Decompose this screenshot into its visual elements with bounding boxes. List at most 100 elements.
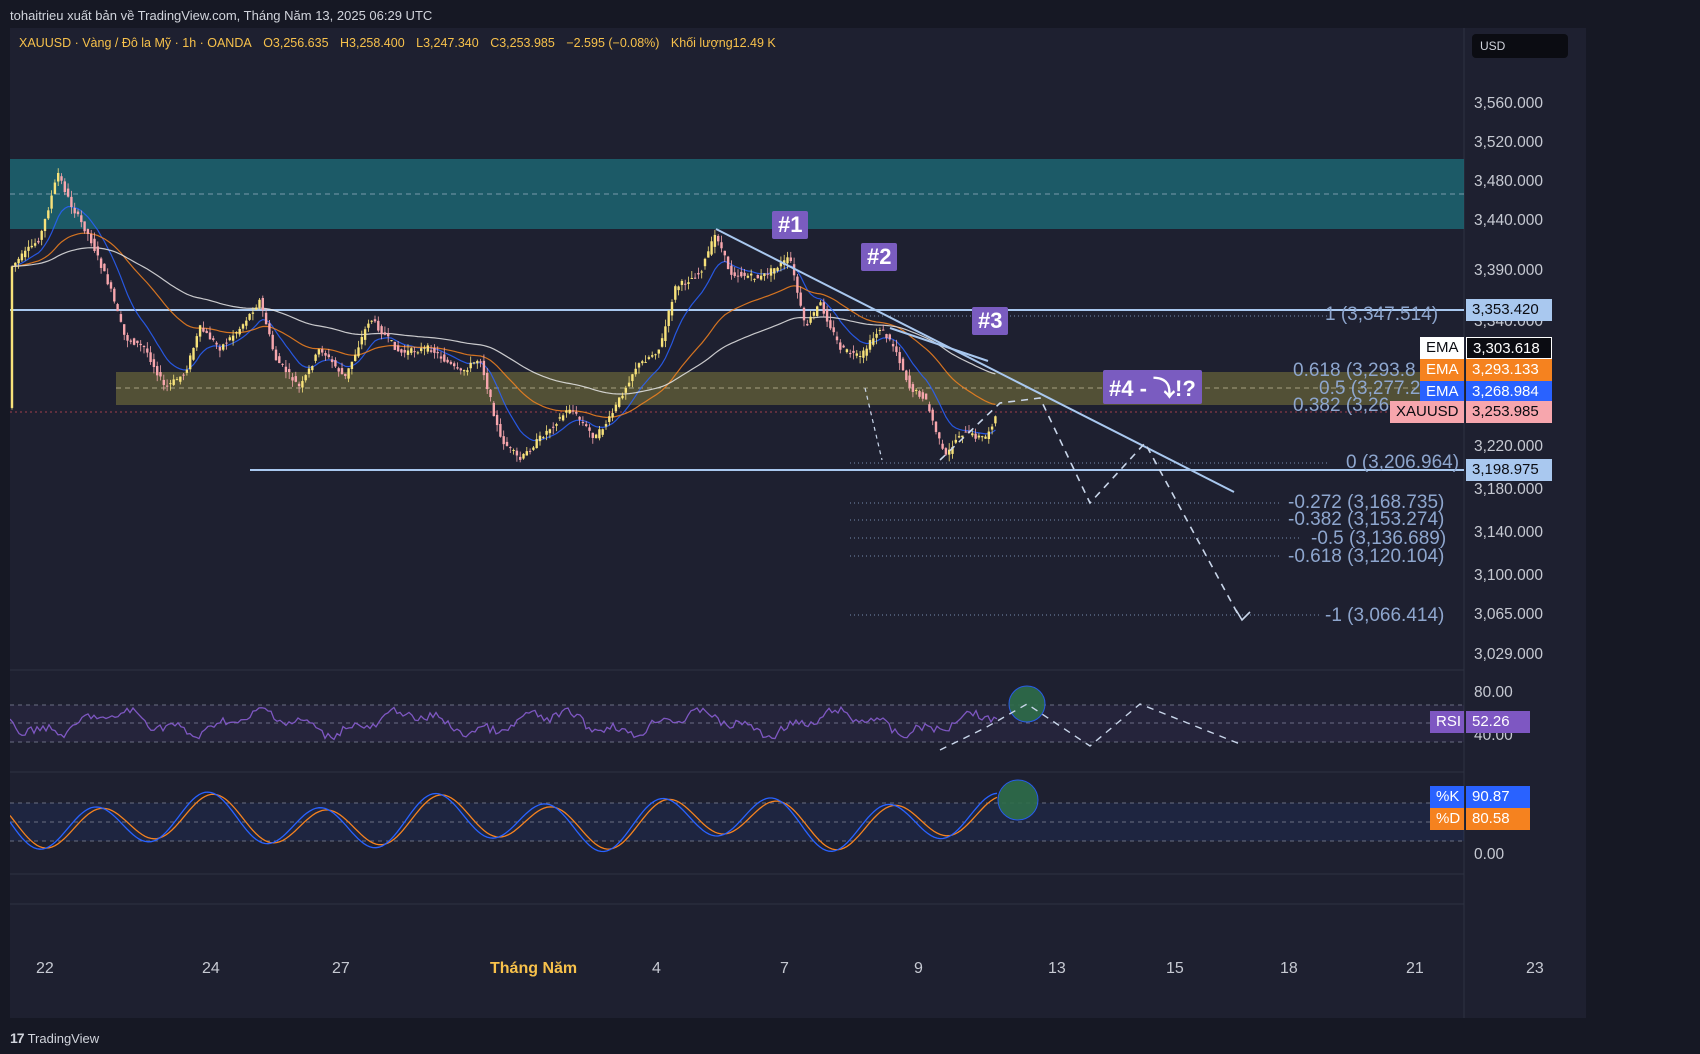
candle-body xyxy=(717,235,720,242)
symbol-label: XAUUSD xyxy=(1390,401,1464,423)
candle-body xyxy=(443,354,446,362)
candle-body xyxy=(235,332,238,334)
chart-area[interactable]: XAUUSD · Vàng / Đô la Mỹ · 1h · OANDA O3… xyxy=(10,28,1586,1018)
candle-body xyxy=(99,258,103,268)
candle-body xyxy=(766,273,769,275)
candle-body xyxy=(96,246,99,256)
candle-body xyxy=(27,246,30,251)
candle-body xyxy=(317,349,321,355)
stoch-k-tag: 90.87 xyxy=(1466,786,1530,808)
candle-body xyxy=(172,379,175,385)
candle-body xyxy=(264,312,268,325)
candle-body xyxy=(674,286,677,300)
price-tick: 3,440.000 xyxy=(1474,212,1543,229)
wave-label-4[interactable]: #4 - ⤵!? xyxy=(1103,370,1202,404)
candle-body xyxy=(987,431,990,440)
candle-body xyxy=(393,341,396,350)
candle-body xyxy=(499,423,502,437)
candle-body xyxy=(291,377,294,381)
candle-body xyxy=(522,453,525,459)
candle-body xyxy=(697,272,700,275)
candle-body xyxy=(928,404,931,412)
candle-body xyxy=(495,414,499,426)
candle-body xyxy=(492,402,495,417)
candle-body xyxy=(878,329,882,331)
candle-body xyxy=(614,404,618,412)
candle-body xyxy=(156,366,159,376)
price-tick: 3,560.000 xyxy=(1474,95,1543,112)
candle-body xyxy=(819,302,822,306)
candle-body xyxy=(931,409,934,421)
candle-body xyxy=(489,389,492,398)
change-value: −2.595 (−0.08%) xyxy=(566,36,660,50)
candle-body xyxy=(482,360,486,376)
price-tick: 3,100.000 xyxy=(1474,567,1543,584)
candle-body xyxy=(542,437,545,439)
candle-body xyxy=(558,417,561,419)
stoch-circle-marker xyxy=(997,779,1039,821)
candle-body xyxy=(60,176,63,181)
candle-body xyxy=(416,352,420,354)
candle-body xyxy=(70,196,73,208)
wave-label-2[interactable]: #2 xyxy=(861,243,898,271)
candle-body xyxy=(585,424,588,426)
candle-body xyxy=(83,221,86,232)
brand-footer[interactable]: 17 TradingView xyxy=(10,1030,99,1046)
candle-body xyxy=(304,375,307,381)
ema-white-label: EMA xyxy=(1420,337,1464,359)
candle-body xyxy=(538,435,542,442)
candle-body xyxy=(868,340,872,350)
candle-body xyxy=(218,346,222,351)
wave-label-1[interactable]: #1 xyxy=(772,211,809,239)
candle-body xyxy=(57,172,60,182)
candle-body xyxy=(238,328,241,335)
candle-body xyxy=(192,347,195,360)
candle-body xyxy=(231,335,235,341)
candle-body xyxy=(690,277,693,279)
price-tick: 3,140.000 xyxy=(1474,524,1543,541)
candle-body xyxy=(532,447,535,450)
time-tick-month: Tháng Năm xyxy=(490,960,578,977)
symbol-line[interactable]: XAUUSD · Vàng / Đô la Mỹ · 1h · OANDA xyxy=(19,36,252,50)
candle-body xyxy=(885,334,888,339)
candle-body xyxy=(974,433,977,439)
candle-body xyxy=(14,262,17,266)
candle-body xyxy=(581,422,585,424)
candle-body xyxy=(657,349,660,354)
level-0-tag: 3,198.975 xyxy=(1466,459,1552,481)
candle-body xyxy=(994,416,997,424)
candle-body xyxy=(502,436,505,445)
candle-body xyxy=(858,355,862,357)
currency-selector[interactable]: USD xyxy=(1472,34,1568,58)
candle-body xyxy=(624,387,627,393)
rsi-circle-marker xyxy=(1008,685,1046,723)
time-tick: 27 xyxy=(332,960,350,977)
candle-body xyxy=(76,211,80,215)
candle-body xyxy=(113,288,116,302)
candle-body xyxy=(786,257,789,264)
candle-body xyxy=(314,354,317,361)
candle-body xyxy=(40,230,43,240)
candle-body xyxy=(142,346,146,348)
candle-body xyxy=(222,344,225,350)
time-tick: 22 xyxy=(36,960,54,977)
candle-body xyxy=(268,323,271,335)
candle-body xyxy=(509,447,512,449)
candle-body xyxy=(420,348,423,352)
candle-body xyxy=(611,413,614,418)
candle-body xyxy=(637,363,641,368)
wave-label-3[interactable]: #3 xyxy=(972,307,1009,335)
candle-body xyxy=(106,274,109,285)
time-tick: 23 xyxy=(1526,960,1544,977)
candle-body xyxy=(350,361,354,370)
candle-body xyxy=(410,348,413,353)
candle-body xyxy=(865,348,868,356)
ema-orange-tag: 3,293.133 xyxy=(1466,359,1552,381)
candle-body xyxy=(426,345,429,352)
candle-body xyxy=(195,336,198,348)
candle-body xyxy=(30,245,33,248)
candle-body xyxy=(66,188,70,197)
stoch-d-label: %D xyxy=(1430,808,1464,830)
stoch-d-tag: 80.58 xyxy=(1466,808,1530,830)
candle-body xyxy=(726,256,730,270)
